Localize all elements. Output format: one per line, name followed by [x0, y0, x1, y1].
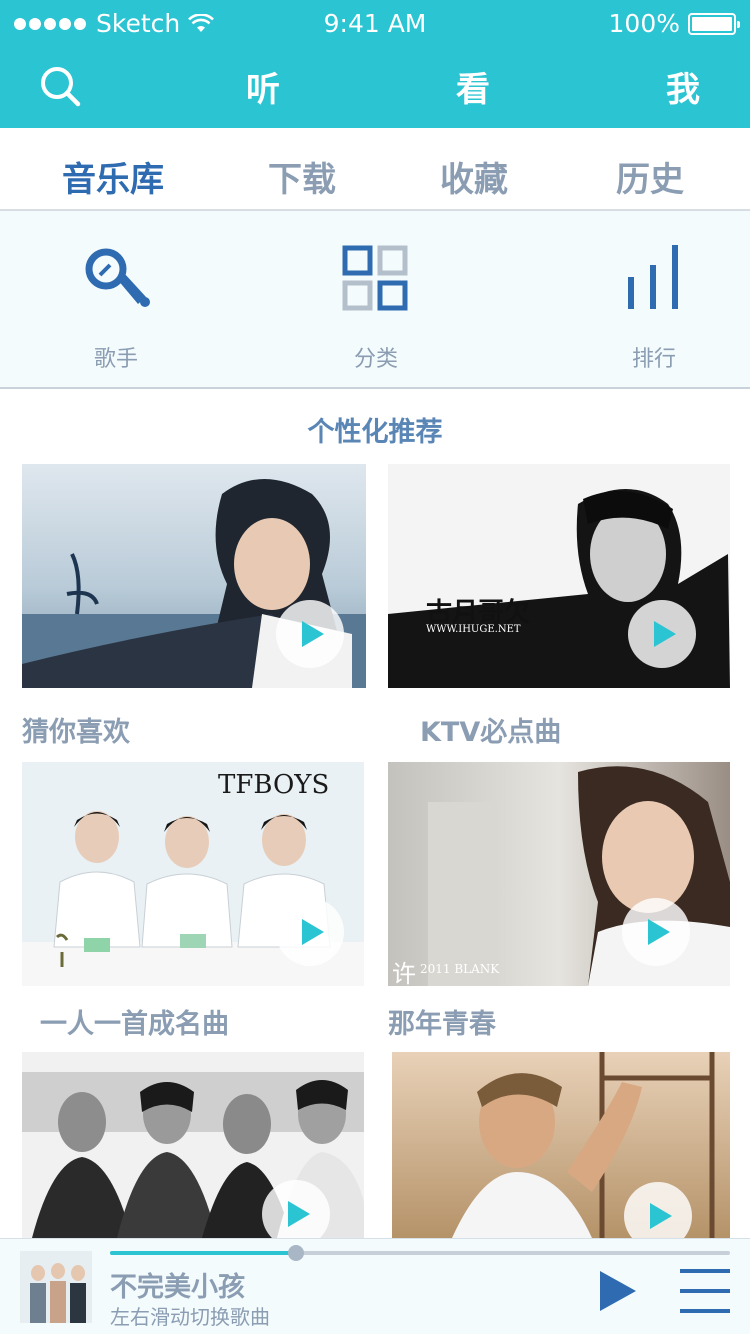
- microphone-icon: [85, 248, 150, 307]
- playlist-caption: 那年青春: [388, 1009, 496, 1040]
- play-button[interactable]: [598, 1269, 638, 1313]
- search-icon[interactable]: [36, 62, 84, 110]
- playlist-caption: 一人一首成名曲: [40, 1009, 229, 1040]
- tab-history[interactable]: 历史: [616, 152, 684, 201]
- playlist-cover-hit-songs[interactable]: TFBOYS: [22, 762, 364, 986]
- tab-downloads[interactable]: 下载: [268, 152, 336, 201]
- progress-knob[interactable]: [288, 1245, 304, 1261]
- playlist-cover-youth[interactable]: 许 2011 BLANK: [388, 762, 730, 986]
- playlist-cover-ktv[interactable]: 古月哥欠 WWW.IHUGE.NET: [388, 464, 730, 688]
- swipe-hint: 左右滑动切换歌曲: [110, 1305, 270, 1329]
- nav-tab-me[interactable]: 我: [666, 62, 700, 111]
- battery-info: 100%: [608, 9, 740, 38]
- category-singers[interactable]: 歌手: [36, 241, 196, 381]
- now-playing-title: 不完美小孩: [110, 1272, 245, 1303]
- battery-icon: [688, 12, 740, 35]
- play-icon[interactable]: [276, 898, 344, 966]
- mini-player: 不完美小孩 左右滑动切换歌曲: [0, 1238, 750, 1334]
- category-label: 歌手: [93, 347, 138, 372]
- album-thumbnail[interactable]: [20, 1251, 92, 1323]
- playlist-cover-band[interactable]: [22, 1052, 364, 1238]
- category-label: 排行: [631, 347, 676, 372]
- status-bar: Sketch 9:41 AM 100%: [0, 0, 750, 48]
- app-header: Sketch 9:41 AM 100% 听 看 我: [0, 0, 750, 128]
- album-art: [20, 1251, 92, 1323]
- playlist-caption: KTV必点曲: [420, 717, 562, 748]
- playlist-menu-icon[interactable]: [680, 1265, 730, 1317]
- tab-favorites[interactable]: 收藏: [440, 152, 508, 201]
- top-nav: 听 看 我: [0, 48, 750, 128]
- play-icon[interactable]: [276, 600, 344, 668]
- category-panel: 歌手 分类 排行: [0, 211, 750, 389]
- battery-percent: 100%: [608, 9, 680, 38]
- progress-fill: [110, 1251, 296, 1255]
- category-genres[interactable]: 分类: [296, 241, 456, 381]
- playlist-cover-pop[interactable]: [392, 1052, 730, 1238]
- cover-overlay-subtext: 2011 BLANK: [420, 962, 500, 976]
- grid-icon: [342, 245, 408, 311]
- nav-tab-watch[interactable]: 看: [456, 62, 490, 111]
- playlist-caption: 猜你喜欢: [22, 717, 130, 748]
- play-icon[interactable]: [622, 898, 690, 966]
- playlist-cover-guess-you-like[interactable]: [22, 464, 366, 688]
- cover-overlay-text: TFBOYS: [218, 770, 330, 800]
- nav-tab-listen[interactable]: 听: [246, 62, 280, 111]
- category-label: 分类: [353, 347, 398, 372]
- cover-overlay-subtext: WWW.IHUGE.NET: [426, 624, 521, 635]
- ranking-bars-icon: [628, 245, 678, 309]
- play-icon[interactable]: [628, 600, 696, 668]
- recommend-title: 个性化推荐: [307, 417, 443, 448]
- tab-music-library[interactable]: 音乐库: [62, 152, 164, 201]
- category-charts[interactable]: 排行: [574, 241, 734, 381]
- cover-overlay-text: 许: [392, 960, 416, 986]
- playback-progress[interactable]: [110, 1245, 730, 1261]
- library-tabs: 音乐库 下载 收藏 历史: [0, 128, 750, 211]
